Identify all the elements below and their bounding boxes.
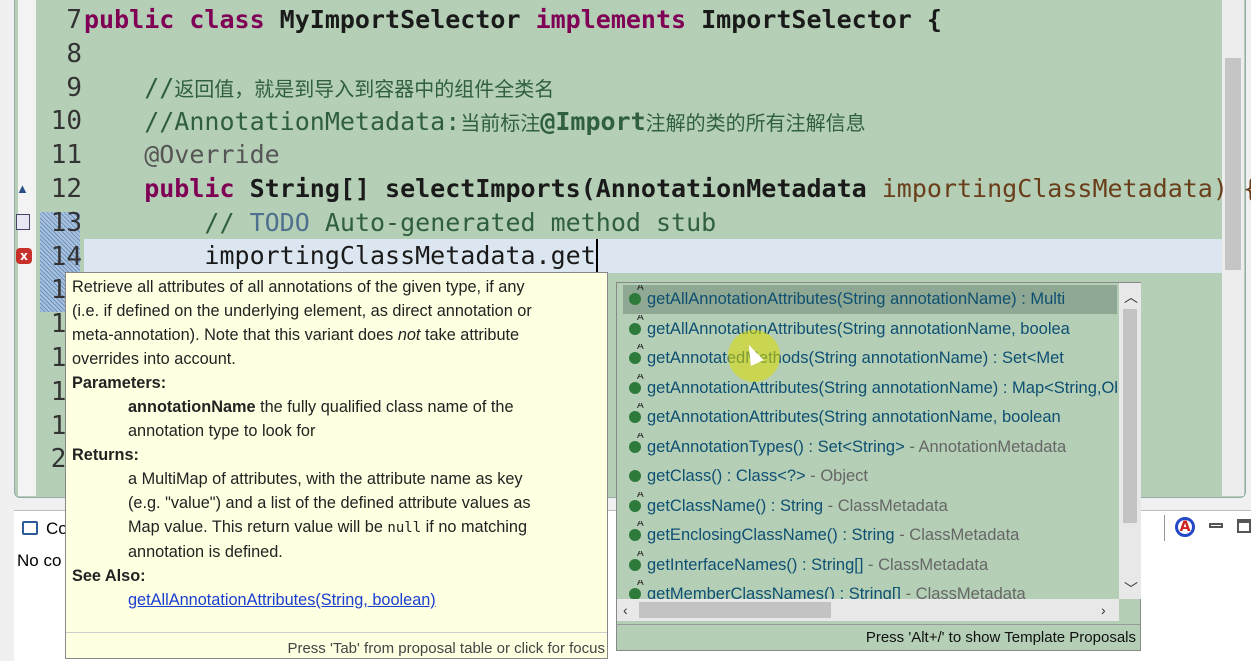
line-number: 14 xyxy=(50,241,82,272)
proposal-item[interactable]: AgetAnnotatedMethods(String annotationNa… xyxy=(623,344,1117,373)
public-abstract-method-icon: A xyxy=(629,285,644,305)
see-also-link[interactable]: getAllAnnotationAttributes(String, boole… xyxy=(128,591,436,609)
public-abstract-method-icon: A xyxy=(629,403,644,423)
scroll-left-icon[interactable]: ‹ xyxy=(623,602,628,618)
proposal-item[interactable]: AgetInterfaceNames() : String[] - ClassM… xyxy=(623,551,1117,580)
line-number: 10 xyxy=(50,106,82,137)
toolbar-divider xyxy=(1164,515,1165,541)
doc-description: Retrieve all attributes of all annotatio… xyxy=(72,278,532,609)
returns-heading: Returns: xyxy=(72,446,139,464)
proposal-item[interactable]: AgetAllAnnotationAttributes(String annot… xyxy=(623,285,1117,314)
scroll-down-icon[interactable]: ﹀ xyxy=(1124,579,1138,599)
public-abstract-method-icon: A xyxy=(629,344,644,364)
see-also-heading: See Also: xyxy=(72,567,146,585)
proposal-item[interactable]: AgetEnclosingClassName() : String - Clas… xyxy=(623,521,1117,550)
scroll-right-icon[interactable]: › xyxy=(1101,602,1106,618)
editor-scroll-thumb[interactable] xyxy=(1225,58,1241,270)
public-abstract-method-icon: A xyxy=(629,374,644,394)
code-line-14[interactable]: importingClassMetadata.get xyxy=(84,239,598,273)
pin-console-icon[interactable]: A xyxy=(1175,517,1195,537)
maximize-icon[interactable] xyxy=(1237,519,1251,533)
line-number: 11 xyxy=(50,140,82,171)
public-abstract-method-icon: A xyxy=(629,492,644,512)
console-icon xyxy=(22,521,38,535)
code-line-9[interactable]: //返回值，就是到导入到容器中的组件全类名 xyxy=(84,71,554,105)
proposal-item[interactable]: AgetAllAnnotationAttributes(String annot… xyxy=(623,315,1117,344)
proposal-item[interactable]: AgetAnnotationAttributes(String annotati… xyxy=(623,374,1117,403)
code-line-13[interactable]: // TODO Auto-generated method stub xyxy=(84,206,716,240)
line-number: 9 xyxy=(66,72,82,103)
public-abstract-method-icon: A xyxy=(629,521,644,541)
console-status: No co xyxy=(17,551,62,570)
line-number: 13 xyxy=(50,207,82,238)
hover-footer: Press 'Tab' from proposal table or click… xyxy=(66,632,607,658)
proposal-item[interactable]: AgetClassName() : String - ClassMetadata xyxy=(623,492,1117,521)
proposal-hscroll-thumb[interactable] xyxy=(639,602,831,618)
javadoc-hover[interactable]: Retrieve all attributes of all annotatio… xyxy=(65,272,608,659)
scroll-up-icon[interactable]: ︿ xyxy=(1124,287,1138,307)
proposal-item[interactable]: getClass() : Class<?> - Object xyxy=(623,462,1117,491)
line-number: 8 xyxy=(66,38,82,69)
line-number: 7 xyxy=(66,5,82,35)
proposal-item[interactable]: AgetAnnotationTypes() : Set<String> - An… xyxy=(623,433,1117,462)
proposal-scroll-thumb[interactable] xyxy=(1123,309,1137,523)
content-assist-popup[interactable]: AgetAllAnnotationAttributes(String annot… xyxy=(616,282,1141,651)
override-marker-icon: ▲ xyxy=(16,181,29,196)
public-abstract-method-icon: A xyxy=(629,315,644,335)
error-marker-icon[interactable]: x xyxy=(16,248,32,264)
minimize-icon[interactable] xyxy=(1209,523,1223,528)
proposal-item[interactable]: AgetAnnotationAttributes(String annotati… xyxy=(623,403,1117,432)
proposal-footer: Press 'Alt+/' to show Template Proposals xyxy=(617,624,1140,650)
code-line-7[interactable]: public class MyImportSelector implements… xyxy=(84,3,942,37)
task-marker-icon xyxy=(16,214,30,230)
public-method-icon xyxy=(629,470,641,482)
line-number: 12 xyxy=(50,174,82,204)
code-line-11[interactable]: @Override xyxy=(84,138,279,172)
code-line-12[interactable]: public String[] selectImports(Annotation… xyxy=(84,172,1251,206)
public-abstract-method-icon: A xyxy=(629,433,644,453)
parameters-heading: Parameters: xyxy=(72,374,167,392)
code-line-10[interactable]: //AnnotationMetadata:当前标注@Import注解的类的所有注… xyxy=(84,105,865,139)
public-abstract-method-icon: A xyxy=(629,551,644,571)
